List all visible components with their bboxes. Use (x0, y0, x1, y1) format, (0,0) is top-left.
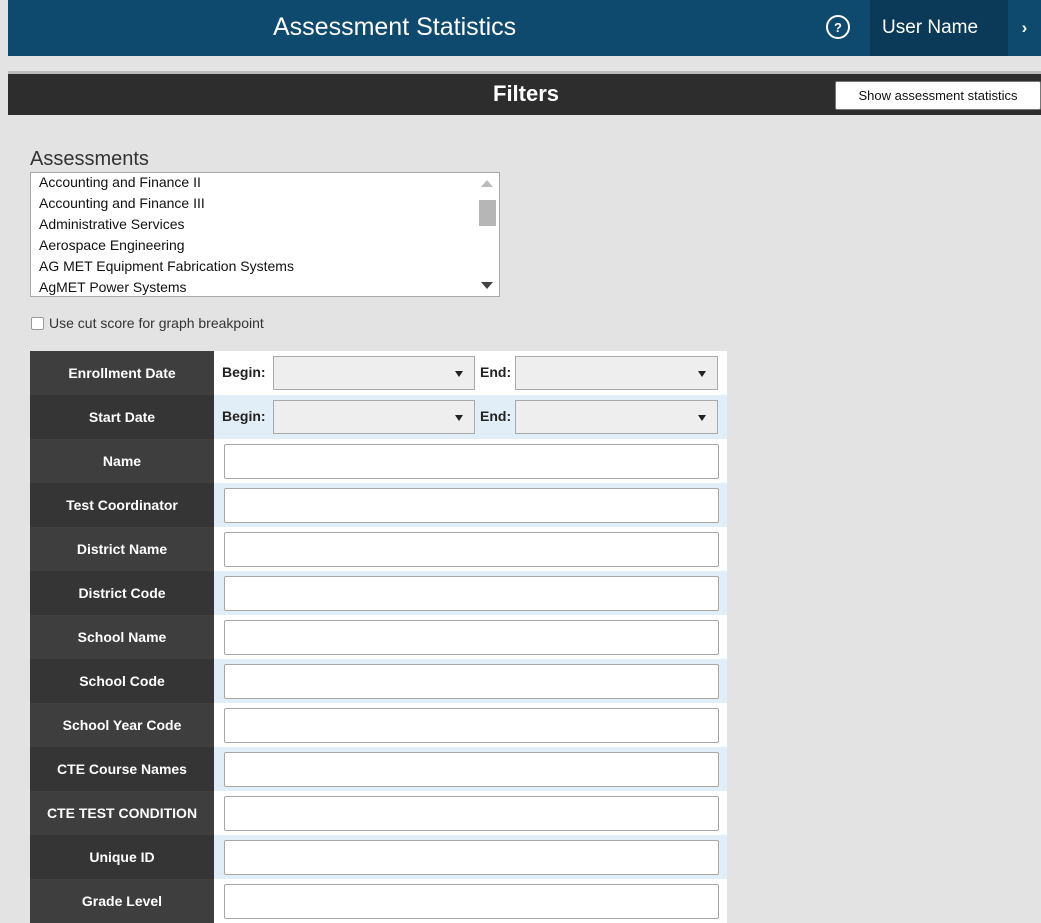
district-code-input[interactable] (224, 576, 719, 611)
scroll-down-icon[interactable] (481, 282, 493, 289)
cte-test-condition-input[interactable] (224, 796, 719, 831)
filter-label: Start Date (30, 395, 214, 439)
assessment-option[interactable]: Accounting and Finance III (39, 195, 205, 211)
school-year-code-row: School Year Code (30, 703, 727, 747)
district-name-input[interactable] (224, 532, 719, 567)
grade-level-input[interactable] (224, 884, 719, 919)
school-code-row: School Code (30, 659, 727, 703)
school-year-code-input[interactable] (224, 708, 719, 743)
grade-level-row: Grade Level (30, 879, 727, 923)
cte-course-names-row: CTE Course Names (30, 747, 727, 791)
school-code-input[interactable] (224, 664, 719, 699)
district-name-row: District Name (30, 527, 727, 571)
cut-score-option: Use cut score for graph breakpoint (31, 315, 264, 331)
filter-label: Test Coordinator (30, 483, 214, 527)
unique-id-row: Unique ID (30, 835, 727, 879)
assessment-option[interactable]: AgMET Power Systems (39, 279, 187, 295)
listbox-scrollbar[interactable] (477, 175, 497, 294)
name-row: Name (30, 439, 727, 483)
school-name-row: School Name (30, 615, 727, 659)
enrollment-date-row: Enrollment Date Begin: End: (30, 351, 727, 395)
chevron-right-icon[interactable]: › (1008, 0, 1041, 56)
cte-test-condition-row: CTE TEST CONDITION (30, 791, 727, 835)
date-range-cell: Begin: End: (214, 351, 727, 395)
filter-label: Grade Level (30, 879, 214, 923)
test-coordinator-row: Test Coordinator (30, 483, 727, 527)
filter-label: School Name (30, 615, 214, 659)
district-code-row: District Code (30, 571, 727, 615)
cte-course-names-input[interactable] (224, 752, 719, 787)
filters-title: Filters (493, 81, 560, 106)
assessment-option[interactable]: Aerospace Engineering (39, 237, 185, 253)
filter-label: District Name (30, 527, 214, 571)
top-header: Assessment Statistics ? User Name › (8, 0, 1041, 56)
enrollment-end-select[interactable] (515, 356, 718, 390)
filter-label: Enrollment Date (30, 351, 214, 395)
school-name-input[interactable] (224, 620, 719, 655)
dropdown-caret-icon (455, 415, 463, 421)
begin-label: Begin: (222, 364, 266, 380)
filter-label: District Code (30, 571, 214, 615)
end-label: End: (480, 364, 512, 380)
assessments-label: Assessments (30, 148, 149, 170)
filter-label: School Code (30, 659, 214, 703)
unique-id-input[interactable] (224, 840, 719, 875)
scroll-thumb[interactable] (479, 200, 496, 226)
help-icon[interactable]: ? (826, 15, 850, 39)
name-input[interactable] (224, 444, 719, 479)
dropdown-caret-icon (455, 371, 463, 377)
filter-label: Name (30, 439, 214, 483)
start-date-row: Start Date Begin: End: (30, 395, 727, 439)
filter-label: Unique ID (30, 835, 214, 879)
cut-score-label: Use cut score for graph breakpoint (49, 315, 264, 331)
date-range-cell: Begin: End: (214, 395, 727, 439)
cut-score-checkbox[interactable] (31, 316, 44, 330)
start-end-select[interactable] (515, 400, 718, 434)
page-title: Assessment Statistics (273, 13, 517, 41)
dropdown-caret-icon (698, 371, 706, 377)
begin-label: Begin: (222, 408, 266, 424)
start-begin-select[interactable] (273, 400, 475, 434)
dropdown-caret-icon (698, 415, 706, 421)
filter-label: CTE TEST CONDITION (30, 791, 214, 835)
filter-label: School Year Code (30, 703, 214, 747)
show-statistics-button[interactable]: Show assessment statistics (835, 81, 1041, 110)
test-coordinator-input[interactable] (224, 488, 719, 523)
end-label: End: (480, 408, 512, 424)
filter-label: CTE Course Names (30, 747, 214, 791)
assessment-option[interactable]: Administrative Services (39, 216, 185, 232)
scroll-up-icon[interactable] (481, 180, 493, 187)
assessment-option[interactable]: AG MET Equipment Fabrication Systems (39, 258, 294, 274)
assessments-listbox[interactable]: Accounting and Finance II Accounting and… (30, 172, 500, 297)
user-menu[interactable]: User Name (870, 0, 1008, 56)
enrollment-begin-select[interactable] (273, 356, 475, 390)
assessment-option[interactable]: Accounting and Finance II (39, 174, 201, 190)
